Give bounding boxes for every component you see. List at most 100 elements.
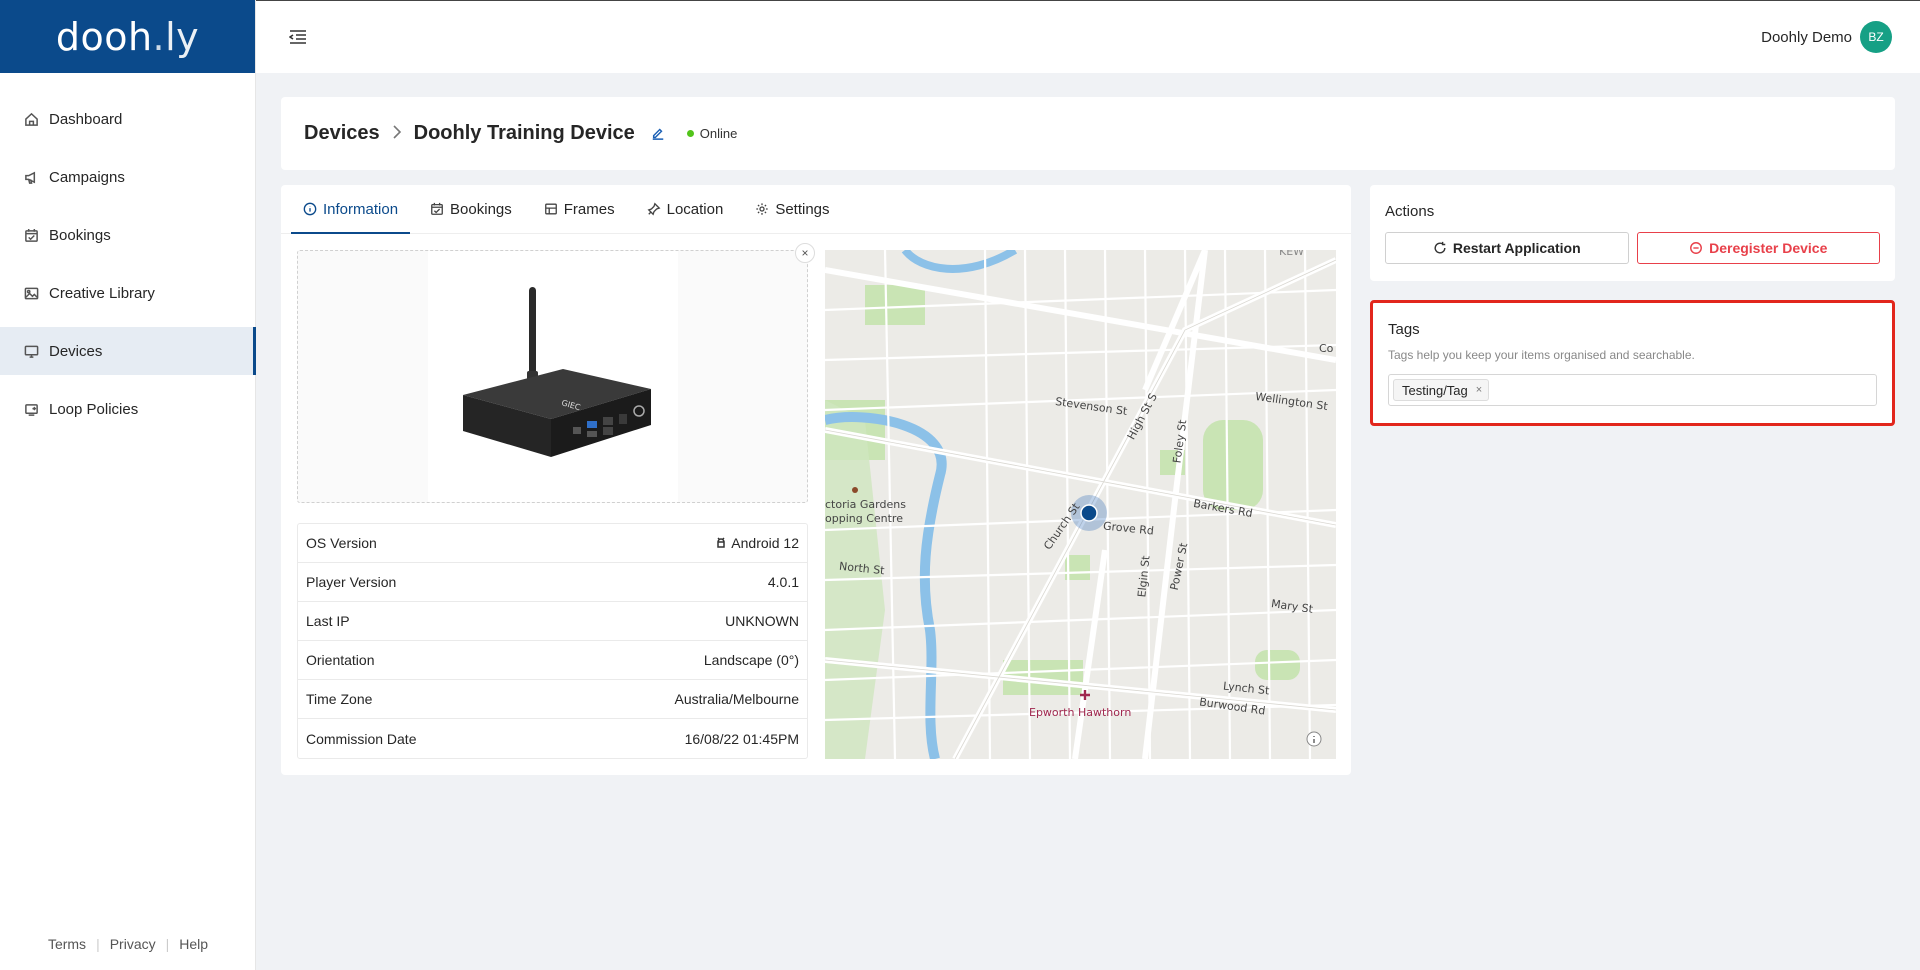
- topbar: Doohly Demo BZ: [256, 0, 1920, 73]
- info-value: Android 12: [715, 535, 799, 551]
- sidebar-footer: Terms | Privacy | Help: [0, 936, 256, 952]
- sidebar: dooh.ly Dashboard Campaigns Bookings Cre…: [0, 0, 256, 970]
- device-location-map[interactable]: Stevenson St High St S Foley St Wellingt…: [825, 250, 1336, 759]
- tag-chip: Testing/Tag ×: [1393, 379, 1490, 401]
- image-icon: [24, 287, 39, 299]
- restart-label: Restart Application: [1452, 240, 1581, 256]
- page-header: Devices Doohly Training Device Online: [281, 97, 1895, 170]
- page-title: Doohly Training Device: [413, 122, 635, 144]
- status-text: Online: [699, 126, 738, 141]
- chevron-right-icon: [393, 124, 401, 139]
- tab-label: Bookings: [450, 200, 512, 218]
- menu-toggle-button[interactable]: [282, 21, 314, 53]
- pin-icon: [647, 202, 661, 216]
- info-value: Landscape (0°): [703, 652, 799, 668]
- info-row-time-zone: Time Zone Australia/Melbourne: [298, 680, 807, 719]
- restart-application-button[interactable]: Restart Application: [1385, 232, 1629, 264]
- sidebar-item-label: Bookings: [49, 226, 111, 244]
- tab-location[interactable]: Location: [635, 185, 736, 233]
- tab-bar: Information Bookings Frames Location Set…: [281, 185, 1351, 234]
- tab-label: Frames: [563, 200, 615, 218]
- gear-icon: [756, 203, 769, 215]
- sidebar-item-dashboard[interactable]: Dashboard: [0, 95, 255, 143]
- sidebar-item-creative-library[interactable]: Creative Library: [0, 269, 255, 317]
- megaphone-icon: [25, 171, 36, 184]
- sidebar-item-label: Devices: [49, 342, 103, 360]
- actions-button-row: Restart Application Deregister Device: [1385, 232, 1880, 264]
- sidebar-item-label: Dashboard: [49, 110, 123, 128]
- tab-bookings[interactable]: Bookings: [418, 185, 524, 233]
- tag-label: Testing/Tag: [1402, 382, 1468, 398]
- sidebar-item-loop-policies[interactable]: Loop Policies: [0, 385, 255, 433]
- info-value: 4.0.1: [767, 574, 799, 590]
- remove-image-button[interactable]: ×: [795, 243, 815, 263]
- logo[interactable]: dooh.ly: [56, 15, 199, 59]
- calendar-icon: [431, 202, 443, 215]
- status-dot: [686, 130, 694, 137]
- info-row-os-version: OS Version Android 12: [298, 524, 807, 563]
- info-value: Australia/Melbourne: [674, 691, 799, 707]
- tab-label: Information: [323, 200, 399, 218]
- avatar: BZ: [1860, 21, 1892, 53]
- info-label: Player Version: [306, 574, 397, 590]
- logo-text-dot: .: [152, 14, 166, 59]
- deregister-device-button[interactable]: Deregister Device: [1636, 232, 1880, 264]
- info-row-orientation: Orientation Landscape (0°): [298, 641, 807, 680]
- os-version-value: Android 12: [731, 535, 799, 551]
- deregister-label: Deregister Device: [1709, 240, 1828, 256]
- logo-text-main: dooh: [55, 14, 153, 59]
- tags-card: Tags Tags help you keep your items organ…: [1370, 300, 1895, 426]
- frame-icon: [544, 203, 557, 215]
- info-label: Time Zone: [306, 691, 373, 707]
- breadcrumb-devices[interactable]: Devices: [304, 122, 380, 145]
- info-value: 16/08/22 01:45PM: [684, 730, 799, 747]
- tab-label: Settings: [775, 200, 830, 218]
- info-value: UNKNOWN: [725, 613, 799, 629]
- tags-title: Tags: [1388, 321, 1420, 338]
- device-image: GIEC: [428, 251, 678, 502]
- info-label: Orientation: [306, 652, 375, 668]
- sidebar-item-campaigns[interactable]: Campaigns: [0, 153, 255, 201]
- actions-title: Actions: [1385, 203, 1435, 220]
- remove-tag-button[interactable]: ×: [1476, 384, 1482, 396]
- tags-input[interactable]: Testing/Tag ×: [1388, 374, 1877, 406]
- info-label: OS Version: [306, 535, 377, 551]
- logo-area: dooh.ly: [0, 0, 255, 73]
- info-icon: [303, 202, 317, 216]
- privacy-link[interactable]: Privacy: [100, 936, 166, 952]
- map-label-kew: KEW: [1279, 250, 1305, 258]
- device-image-dropzone[interactable]: GIEC ×: [297, 243, 815, 503]
- info-row-last-ip: Last IP UNKNOWN: [298, 602, 807, 641]
- info-label: Commission Date: [306, 730, 417, 747]
- logo-text-suffix: ly: [165, 14, 200, 59]
- device-info-card: Information Bookings Frames Location Set…: [281, 185, 1351, 775]
- tab-frames[interactable]: Frames: [532, 185, 627, 233]
- map-label-gardens-1: ctoria Gardens: [825, 498, 906, 511]
- user-name: Doohly Demo: [1761, 28, 1852, 46]
- device-info-table: OS Version Android 12 Player Version 4.0…: [297, 523, 808, 759]
- loop-icon: [25, 403, 38, 416]
- breadcrumb-separator: [392, 124, 402, 143]
- user-menu[interactable]: Doohly Demo BZ: [1761, 21, 1892, 53]
- sidebar-nav: Dashboard Campaigns Bookings Creative Li…: [0, 95, 256, 433]
- tags-help-text: Tags help you keep your items organised …: [1388, 348, 1695, 362]
- tab-information[interactable]: Information: [291, 185, 411, 234]
- help-link[interactable]: Help: [169, 936, 218, 952]
- android-icon: [717, 537, 726, 548]
- reload-icon: [1434, 241, 1446, 254]
- map-label-epworth: Epworth Hawthorn: [1029, 706, 1132, 719]
- terms-link[interactable]: Terms: [38, 936, 96, 952]
- map-label-gardens-2: opping Centre: [825, 512, 903, 525]
- menu-fold-icon: [289, 30, 306, 44]
- media-player-device-image: GIEC: [463, 286, 651, 457]
- edit-icon: [652, 128, 664, 140]
- tab-label: Location: [666, 200, 724, 218]
- actions-card: Actions Restart Application Deregister D…: [1370, 185, 1895, 281]
- monitor-icon: [24, 345, 39, 358]
- info-row-commission-date: Commission Date 16/08/22 01:45PM: [298, 719, 807, 758]
- sidebar-item-devices[interactable]: Devices: [0, 327, 256, 375]
- sidebar-item-bookings[interactable]: Bookings: [0, 211, 255, 259]
- tab-settings[interactable]: Settings: [743, 185, 841, 233]
- edit-name-button[interactable]: [651, 126, 667, 142]
- minus-circle-icon: [1690, 242, 1703, 254]
